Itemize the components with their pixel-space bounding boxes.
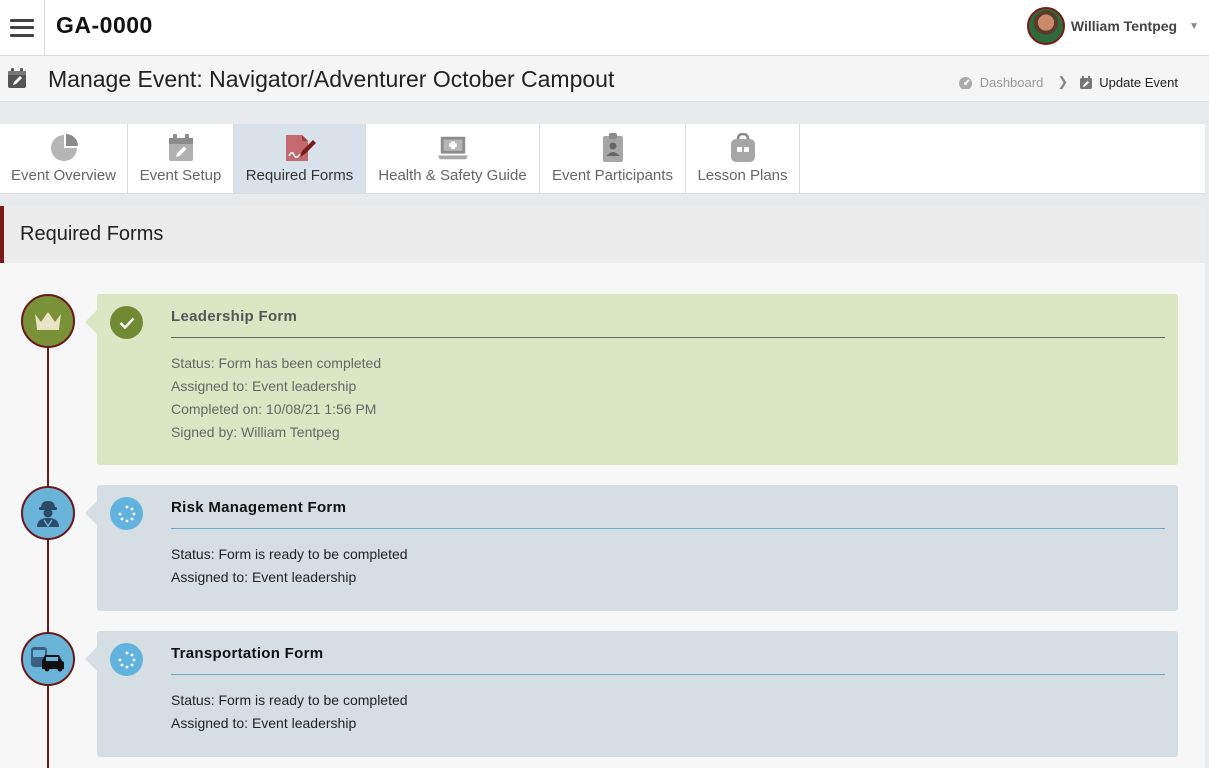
- crown-icon: [35, 312, 61, 330]
- card-pointer: [85, 501, 97, 525]
- calendar-edit-icon: [168, 134, 193, 161]
- chevron-right-icon: ❯: [1057, 74, 1069, 89]
- checkmark-icon: [110, 306, 143, 339]
- page-header: Manage Event: Navigator/Adventurer Octob…: [0, 56, 1209, 102]
- form-signed-by: Signed by: William Tentpeg: [171, 424, 340, 440]
- tab-label: Event Participants: [552, 167, 673, 184]
- tab-label: Lesson Plans: [697, 167, 788, 184]
- tab-event-overview[interactable]: Event Overview: [0, 124, 128, 193]
- top-bar: GA-0000 William Tentpeg ▼: [0, 0, 1209, 56]
- bus-car-icon: [31, 647, 64, 672]
- calendar-edit-icon: [8, 68, 26, 88]
- page-title: Manage Event: Navigator/Adventurer Octob…: [48, 66, 615, 92]
- form-details: Status: Form has been completed Assigned…: [171, 352, 381, 444]
- form-title: Risk Management Form: [171, 499, 347, 516]
- section-header: Required Forms: [0, 206, 1205, 263]
- dashboard-gauge-icon: [958, 76, 972, 89]
- timeline-node-leadership: [21, 294, 75, 348]
- tab-label: Event Overview: [10, 167, 117, 184]
- form-card-risk-management[interactable]: Risk Management Form Status: Form is rea…: [85, 485, 1178, 611]
- tab-label: Health & Safety Guide: [378, 167, 527, 184]
- chevron-down-icon: ▼: [1189, 20, 1199, 32]
- tab-health-safety-guide[interactable]: Health & Safety Guide: [366, 124, 540, 193]
- timeline-line: [47, 313, 49, 768]
- calendar-edit-icon: [1080, 75, 1093, 89]
- user-menu[interactable]: William Tentpeg ▼: [1026, 6, 1209, 46]
- safety-worker-icon: [37, 501, 59, 528]
- divider: [171, 674, 1165, 675]
- spinner-icon: [110, 497, 143, 530]
- first-aid-laptop-icon: [437, 136, 468, 160]
- tab-required-forms[interactable]: Required Forms: [234, 124, 366, 193]
- form-assigned: Assigned to: Event leadership: [171, 569, 357, 585]
- breadcrumb-current-label: Update Event: [1099, 74, 1178, 90]
- form-status: Status: Form has been completed: [171, 355, 382, 371]
- form-assigned: Assigned to: Event leadership: [171, 378, 357, 394]
- signed-form-icon: [285, 135, 316, 161]
- tab-event-participants[interactable]: Event Participants: [540, 124, 686, 193]
- form-details: Status: Form is ready to be completed As…: [171, 689, 408, 735]
- form-card-leadership[interactable]: Leadership Form Status: Form has been co…: [85, 294, 1178, 465]
- breadcrumb-current: Update Event: [1080, 75, 1178, 90]
- card-pointer: [85, 310, 97, 334]
- spinner-icon: [110, 643, 143, 676]
- divider: [171, 528, 1165, 529]
- tab-event-setup[interactable]: Event Setup: [128, 124, 234, 193]
- user-name: William Tentpeg: [1070, 18, 1178, 34]
- section-title: Required Forms: [20, 223, 164, 245]
- timeline-node-risk-management: [21, 486, 75, 540]
- form-completed-on: Completed on: 10/08/21 1:56 PM: [171, 401, 377, 417]
- tab-label: Event Setup: [139, 167, 222, 184]
- avatar: [1026, 7, 1065, 45]
- form-title: Leadership Form: [171, 308, 298, 325]
- breadcrumb-dashboard-label: Dashboard: [979, 74, 1044, 90]
- form-card-transportation[interactable]: Transportation Form Status: Form is read…: [85, 631, 1178, 757]
- timeline-node-transportation: [21, 632, 75, 686]
- form-title: Transportation Form: [171, 645, 324, 662]
- form-status: Status: Form is ready to be completed: [171, 546, 408, 562]
- card-pointer: [85, 647, 97, 671]
- event-tabs: Event Overview Event Setup Required Form…: [0, 124, 1205, 194]
- pie-chart-icon: [50, 134, 78, 161]
- tab-lesson-plans[interactable]: Lesson Plans: [686, 124, 800, 193]
- breadcrumb: Dashboard ❯ Update Event: [958, 74, 1178, 90]
- divider: [171, 337, 1165, 338]
- backpack-icon: [730, 133, 755, 162]
- tab-label: Required Forms: [245, 167, 354, 184]
- clipboard-person-icon: [602, 133, 623, 162]
- form-details: Status: Form is ready to be completed As…: [171, 543, 408, 589]
- breadcrumb-dashboard[interactable]: Dashboard: [958, 74, 1044, 90]
- forms-timeline: Leadership Form Status: Form has been co…: [0, 263, 1205, 768]
- unit-code: GA-0000: [56, 12, 153, 38]
- form-assigned: Assigned to: Event leadership: [171, 715, 357, 731]
- hamburger-menu-icon[interactable]: [0, 0, 45, 55]
- form-status: Status: Form is ready to be completed: [171, 692, 408, 708]
